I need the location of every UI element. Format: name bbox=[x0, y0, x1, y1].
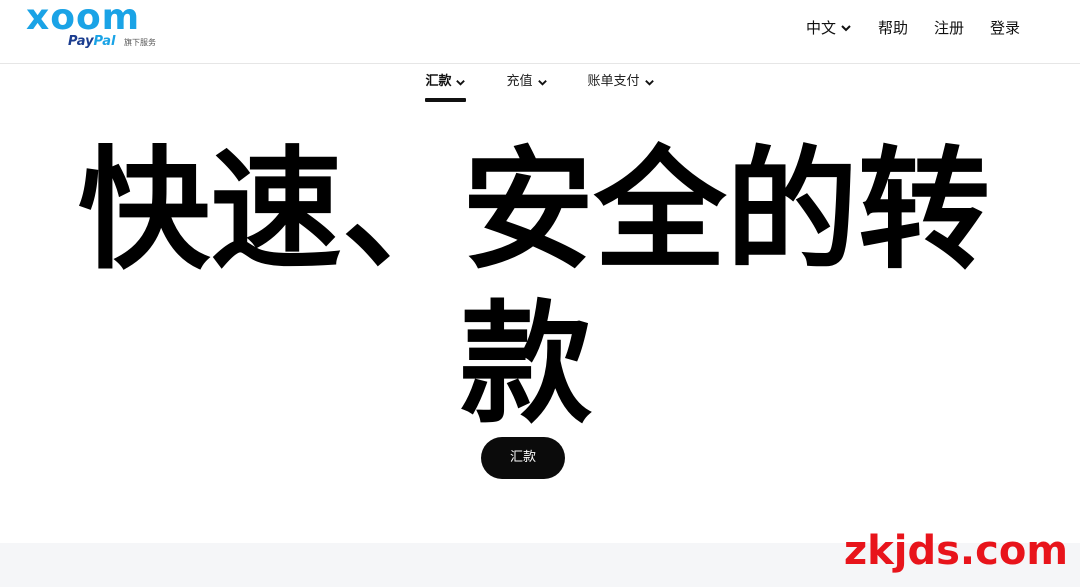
page: xoom PayPal 旗下服务 中文 帮助 注册 登录 汇款 充值 账单支付 bbox=[0, 0, 1080, 587]
tab-reload[interactable]: 充值 bbox=[506, 64, 547, 100]
hero-title-line1-part1: 快速、 bbox=[78, 134, 474, 288]
logo-paypal-pay: Pay bbox=[68, 34, 94, 49]
hero-title-line2: 款 bbox=[460, 288, 592, 442]
chevron-down-icon bbox=[841, 25, 851, 32]
top-nav: 中文 帮助 注册 登录 bbox=[806, 16, 1020, 40]
help-link[interactable]: 帮助 bbox=[878, 16, 908, 40]
language-label: 中文 bbox=[805, 19, 836, 37]
send-money-button[interactable]: 汇款 bbox=[481, 437, 565, 479]
watermark: zkjds.com bbox=[843, 528, 1068, 574]
chevron-down-icon bbox=[456, 79, 466, 86]
register-link[interactable]: 注册 bbox=[934, 16, 964, 40]
chevron-down-icon bbox=[644, 79, 654, 86]
logo-paypal: PayPal bbox=[68, 34, 115, 50]
xoom-logo[interactable]: xoom PayPal 旗下服务 bbox=[26, 0, 166, 54]
login-link[interactable]: 登录 bbox=[990, 16, 1020, 40]
tab-send-money[interactable]: 汇款 bbox=[425, 64, 467, 102]
language-selector[interactable]: 中文 bbox=[806, 16, 852, 40]
tab-label: 充值 bbox=[506, 74, 533, 89]
logo-subtitle: 旗下服务 bbox=[124, 38, 156, 47]
site-header: xoom PayPal 旗下服务 中文 帮助 注册 登录 bbox=[0, 0, 1080, 64]
hero-title-line1-part2: 安全的转 bbox=[462, 134, 990, 288]
logo-wordmark: xoom bbox=[26, 0, 141, 38]
logo-paypal-pal: Pal bbox=[93, 34, 116, 49]
tab-label: 汇款 bbox=[425, 74, 452, 89]
chevron-down-icon bbox=[537, 79, 547, 86]
sub-nav: 汇款 充值 账单支付 bbox=[0, 64, 1080, 102]
tab-bill-pay[interactable]: 账单支付 bbox=[588, 64, 655, 100]
tab-label: 账单支付 bbox=[587, 74, 640, 89]
